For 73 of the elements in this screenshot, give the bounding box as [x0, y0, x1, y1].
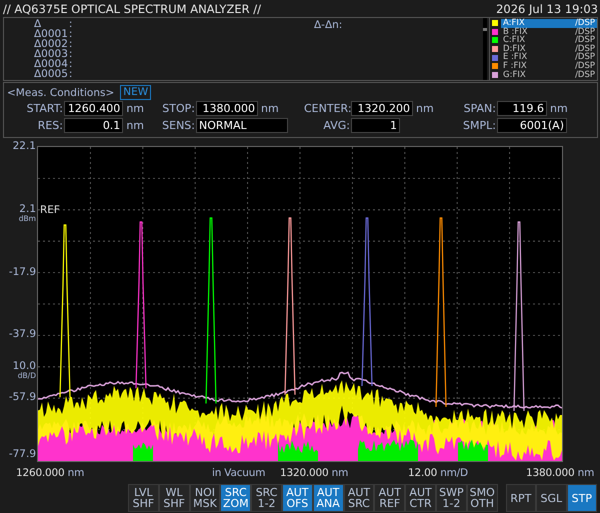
unit-label: nm — [416, 102, 434, 115]
marker-colon: : — [68, 49, 72, 59]
x-axis-label: 1320.000 nm — [280, 467, 350, 479]
field-label: RES: — [36, 119, 64, 132]
y-axis-label: -37.9 — [8, 329, 36, 340]
marker-label: Δ0005 — [34, 69, 68, 79]
value-field[interactable]: 0.1 — [64, 118, 124, 133]
softkey-button[interactable]: SRC ZOM — [220, 484, 252, 512]
softkey-button[interactable]: WL SHF — [158, 484, 190, 512]
marker-colon: : — [68, 29, 72, 39]
field-label: SPAN: — [462, 102, 497, 115]
field-label: CENTER: — [304, 102, 351, 115]
marker-label: Δ — [34, 19, 42, 29]
date-time: 2026 Jul 13 19:03 — [496, 2, 598, 16]
trace-item[interactable]: A:FIX /DSP — [501, 19, 597, 28]
x-axis-label: 1380.000 nm — [526, 467, 596, 479]
unit-label: nm — [261, 102, 279, 115]
y-axis-label: -77.9 — [8, 449, 36, 460]
marker-colon: : — [68, 59, 72, 69]
marker-label: Δ0004 — [34, 59, 68, 69]
trace-item[interactable]: C:FIX /DSP — [501, 36, 597, 45]
field-label: AVG: — [322, 119, 351, 132]
y-axis-label: -17.9 — [8, 266, 36, 278]
trace-item[interactable]: B :FIX /DSP — [501, 28, 597, 36]
delta-label: Δ-Δn: — [314, 19, 342, 31]
reference-label: REF — [40, 204, 60, 216]
sweep-button[interactable]: STP — [566, 484, 598, 512]
softkey-button[interactable]: LVL SHF — [128, 484, 159, 512]
marker-colon: : — [68, 39, 72, 49]
y-axis-label: 2.1 — [19, 204, 36, 215]
softkey-button[interactable]: AUT OFS — [282, 484, 313, 512]
marker-colon: : — [68, 19, 72, 29]
field-label: SMPL: — [462, 119, 497, 132]
value-field[interactable]: NORMAL — [196, 118, 288, 133]
softkey-button[interactable]: NOI MSK — [190, 484, 220, 512]
field-label: START: — [26, 102, 64, 115]
trace-item[interactable]: G:FIX /DSP — [501, 70, 597, 80]
softkey-button[interactable]: AUT SRC — [344, 484, 374, 512]
value-field[interactable]: 1320.200 — [351, 101, 413, 116]
softkey-button[interactable]: AUT ANA — [312, 484, 344, 512]
unit-label: nm — [126, 119, 144, 132]
y-axis-label: 10.0 — [12, 360, 36, 372]
sweep-button[interactable]: RPT — [506, 484, 536, 512]
softkey-button[interactable]: AUT REF — [374, 484, 406, 512]
softkey-button[interactable]: SMO OTH — [466, 484, 498, 512]
unit-label: nm — [126, 102, 144, 115]
unit-label: nm — [550, 102, 568, 115]
new-badge: NEW — [120, 85, 152, 100]
trace-item[interactable]: E :FIX /DSP — [501, 53, 597, 62]
value-field[interactable]: 119.6 — [497, 101, 547, 116]
trace-item[interactable]: D:FIX /DSP — [501, 44, 597, 54]
value-field[interactable]: 1260.400 — [64, 101, 124, 116]
value-field[interactable]: 6001(A) — [497, 118, 567, 133]
field-label: SENS: — [161, 119, 196, 132]
x-axis-label: 12.00 nm/D — [408, 467, 469, 479]
x-axis-label: 1260.000 nm — [16, 467, 86, 479]
marker-label: Δ0002 — [34, 39, 68, 49]
x-axis-label: in Vacuum — [212, 467, 266, 479]
window-title: // AQ6375E OPTICAL SPECTRUM ANALYZER // — [3, 2, 261, 16]
field-label: STOP: — [161, 102, 196, 115]
marker-colon: : — [68, 69, 72, 79]
marker-label: Δ0003 — [34, 49, 68, 59]
conditions-title: <Meas. Conditions> — [7, 86, 114, 98]
value-field[interactable]: 1380.000 — [196, 101, 258, 116]
softkey-button[interactable]: AUT CTR — [405, 484, 436, 512]
sweep-button[interactable]: SGL — [536, 484, 567, 512]
softkey-button[interactable]: SWP 1-2 — [436, 484, 467, 512]
value-field[interactable]: 1 — [351, 118, 400, 133]
y-axis-label: 22.1 — [12, 141, 36, 152]
marker-label: Δ0001 — [34, 29, 68, 39]
y-axis-label: -57.9 — [8, 392, 36, 404]
trace-item[interactable]: F :FIX /DSP — [501, 62, 597, 71]
softkey-button[interactable]: SRC 1-2 — [251, 484, 282, 512]
